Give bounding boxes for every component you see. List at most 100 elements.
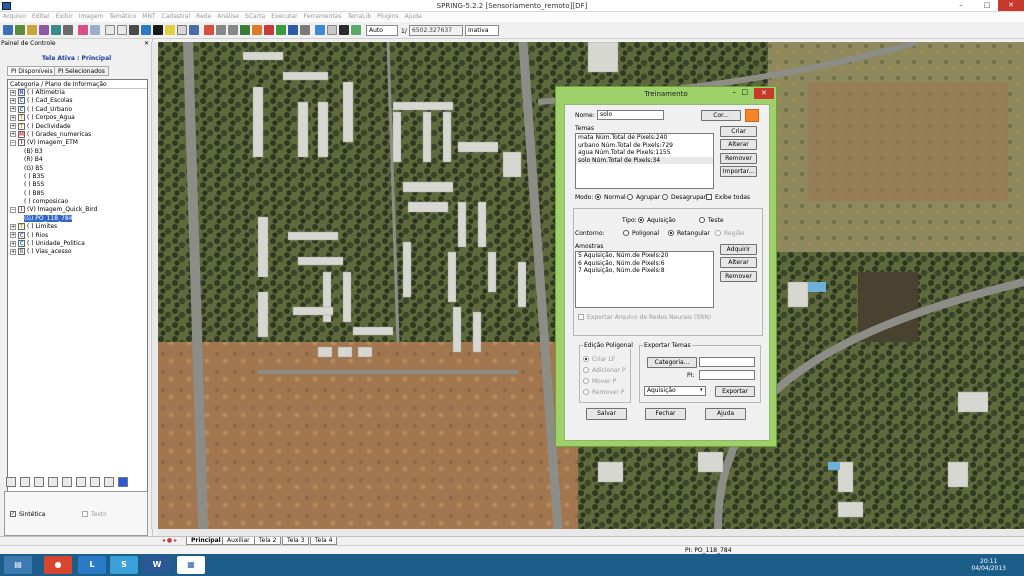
dialog-maximize-button[interactable]: □ [741,88,748,96]
menu-plugins[interactable]: Plugins [374,12,402,20]
expand-icon[interactable]: + [10,232,16,239]
edit-icon[interactable] [76,477,86,487]
select-icon[interactable] [177,25,187,35]
project-icon[interactable] [15,25,25,35]
menu-ferramentas[interactable]: Ferramentas [301,12,345,20]
tile-icon[interactable] [315,25,325,35]
tree-item-selected[interactable]: (G) PO_118_784 [8,214,147,223]
zoom-in-icon[interactable] [216,25,226,35]
rulers-icon[interactable] [104,477,114,487]
synthetic-checkbox[interactable]: ✓ [10,511,16,517]
category-button[interactable]: Categoria... [647,357,697,368]
zoom-dropdown-icon[interactable] [300,25,310,35]
zoom-out-icon[interactable] [228,25,238,35]
image-icon[interactable] [39,25,49,35]
create-button[interactable]: Criar [720,126,757,137]
tab-auxiliar[interactable]: Auxiliar [222,537,255,545]
import-button[interactable]: Importar... [720,166,757,177]
refresh-icon[interactable] [252,25,262,35]
themes-list[interactable]: mata Núm.Total de Pixels:240 urbano Núm.… [575,133,714,189]
contour-region-radio[interactable] [715,230,721,236]
map-vertical-scrollbar[interactable] [151,42,158,529]
tree-item[interactable]: + M( ) Grades_numericas [8,130,147,139]
stop-icon[interactable] [264,25,274,35]
expand-icon[interactable]: + [10,89,16,96]
word-icon[interactable]: W [143,556,171,574]
type-acquisition-radio[interactable] [638,217,644,223]
menu-executar[interactable]: Executar [268,12,300,20]
close-dialog-button[interactable]: Fechar [645,408,686,420]
expand-icon[interactable]: − [10,206,16,213]
tree-item[interactable]: ( ) composicao [8,198,147,206]
tree-item[interactable]: + N( ) Altimetria [8,89,147,97]
cursor-icon[interactable] [105,25,115,35]
maximize-button[interactable]: □ [976,0,998,11]
menu-cadastral[interactable]: Cadastral [159,12,194,20]
tree-item[interactable]: (B) B3 [8,148,147,156]
expand-icon[interactable]: + [10,114,16,121]
spring-app-icon[interactable]: ▦ [177,556,205,574]
remove-sample-button[interactable]: Remover [720,271,757,282]
contour-rect-radio[interactable] [668,230,674,236]
show-all-checkbox[interactable] [706,194,712,200]
expand-icon[interactable]: + [10,131,16,138]
help-button[interactable]: Ajuda [705,408,746,420]
minimize-button[interactable]: – [950,0,972,11]
menu-analise[interactable]: Análise [214,12,242,20]
menu-mnt[interactable]: MNT [139,12,158,20]
theme-icon[interactable] [51,25,61,35]
tree-item[interactable]: ( ) B3S [8,173,147,181]
remove-button[interactable]: Remover [720,153,757,164]
menu-exibir[interactable]: Exibir [53,12,76,20]
theme-item[interactable]: urbano Núm.Total de Pixels:729 [576,142,713,150]
contour-polygonal-radio[interactable] [623,230,629,236]
tab-tela-4[interactable]: Tela 4 [310,537,338,545]
tree-item[interactable]: + C( ) Cad_Urbano [8,105,147,114]
expand-icon[interactable]: + [10,106,16,113]
menu-arquivo[interactable]: Arquivo [0,12,29,20]
cross-icon[interactable] [117,25,127,35]
mode-ungroup-radio[interactable] [662,194,668,200]
help-icon[interactable] [118,477,128,487]
poly-add-radio[interactable] [583,367,589,373]
scale-field[interactable]: 6502.327637 [409,25,463,36]
green-icon[interactable] [276,25,286,35]
zoom-mode-select[interactable]: Auto [366,25,398,36]
expand-icon[interactable]: + [10,248,16,255]
tree-item[interactable]: ( ) B8S [8,190,147,198]
tree-item[interactable]: + T( ) Limites [8,223,147,231]
cursor-mode-icon[interactable] [288,25,298,35]
sample-item[interactable]: 7 Aquisição, Núm.de Pixels:8 [576,267,713,275]
poly-remove-radio[interactable] [583,389,589,395]
font-icon[interactable] [62,477,72,487]
theme-item-selected[interactable]: solo Núm.Total de Pixels:34 [576,156,713,164]
name-input[interactable]: solo [597,110,664,120]
expand-icon[interactable]: − [10,139,16,146]
sample-item[interactable]: 5 Aquisição, Núm.de Pixels:20 [576,252,713,260]
menu-rede[interactable]: Rede [193,12,214,20]
status-select[interactable]: Inativa [465,25,499,36]
tree-item[interactable]: (G) B5 [8,165,147,173]
dialog-close-button[interactable]: ✕ [754,88,774,99]
tab-principal[interactable]: Principal [186,537,226,545]
tree-item[interactable]: ( ) B5S [8,181,147,189]
panel-close-icon[interactable]: ✕ [144,40,149,47]
alter-sample-button[interactable]: Alterar [720,257,757,268]
poly-create-radio[interactable] [583,356,589,362]
grid-tool-icon[interactable] [34,477,44,487]
grid-icon[interactable] [63,25,73,35]
acquire-button[interactable]: Adquirir [720,244,757,255]
menu-imagem[interactable]: Imagem [76,12,107,20]
color-button[interactable]: Cor... [701,110,741,121]
tab-nav-icon[interactable]: ◂ ● ▸ [162,537,177,544]
window-icon[interactable] [90,25,100,35]
poly-move-radio[interactable] [583,378,589,384]
measure-icon[interactable] [189,25,199,35]
export-rn-checkbox[interactable] [578,314,584,320]
tab-tela-2[interactable]: Tela 2 [254,537,282,545]
tree-item[interactable]: + T( ) Corpos_Agua [8,114,147,122]
tree-item[interactable]: + T( ) Declividade [8,122,147,131]
pointer-icon[interactable] [153,25,163,35]
pi-field[interactable] [699,370,755,380]
home-icon[interactable] [339,25,349,35]
